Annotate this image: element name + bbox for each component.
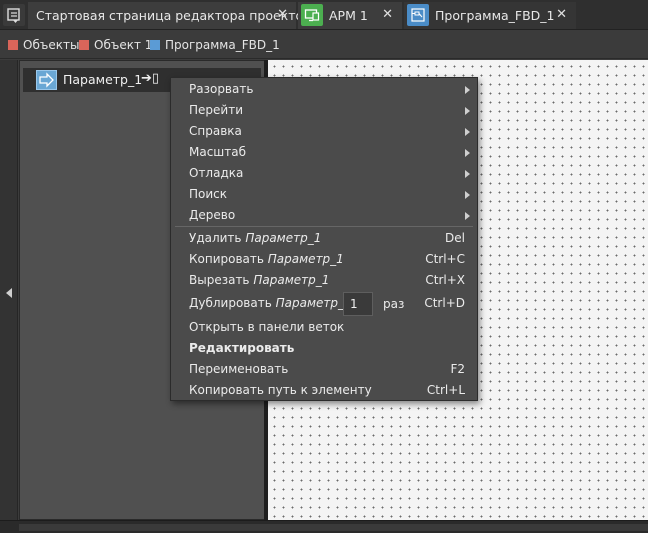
breadcrumb-object-1[interactable]: Объект 1: [79, 38, 152, 52]
scrollbar-track[interactable]: [19, 524, 648, 531]
program-marker-icon: [150, 40, 160, 50]
breadcrumb-objects-label: Объекты: [23, 38, 80, 52]
submenu-arrow-icon: [465, 212, 470, 220]
menu-item-label: Перейти: [189, 103, 243, 117]
duplicate-unit-label: раз: [383, 297, 405, 311]
input-parameter-icon: [36, 70, 57, 90]
menu-item-label: Масштаб: [189, 145, 247, 159]
menu-item-search[interactable]: Поиск: [171, 184, 477, 205]
breadcrumb-program-fbd-label: Программа_FBD_1: [165, 38, 280, 52]
menu-item-zoom[interactable]: Масштаб: [171, 142, 477, 163]
menu-item-help[interactable]: Справка: [171, 121, 477, 142]
breadcrumb: Объекты Объект 1 Программа_FBD_1: [0, 30, 648, 59]
menu-item-label: Отладка: [189, 166, 244, 180]
menu-item-label: Переименовать: [189, 362, 289, 376]
menu-item-goto[interactable]: Перейти: [171, 100, 477, 121]
menu-item-shortcut: F2: [450, 362, 465, 376]
menu-item-label: Открыть в панели веток: [189, 320, 345, 334]
menu-item-delete[interactable]: Удалить Параметр_1 Del: [171, 228, 477, 249]
breadcrumb-object-1-label: Объект 1: [94, 38, 153, 52]
menu-item-copy-path[interactable]: Копировать путь к элементу Ctrl+L: [171, 380, 477, 401]
menu-item-shortcut: Ctrl+C: [425, 252, 465, 266]
menu-item-label: Разорвать: [189, 82, 254, 96]
editor-window: Стартовая страница редактора проектов ✕ …: [0, 0, 648, 533]
menu-item-open-branches[interactable]: Открыть в панели веток: [171, 317, 477, 338]
object-marker-icon: [79, 40, 89, 50]
submenu-arrow-icon: [465, 107, 470, 115]
menu-item-copy[interactable]: Копировать Параметр_1 Ctrl+C: [171, 249, 477, 270]
menu-item-label: Дерево: [189, 208, 236, 222]
tab-bar: Стартовая страница редактора проектов ✕ …: [0, 0, 648, 30]
menu-item-label: Вырезать Параметр_1: [189, 273, 330, 287]
duplicate-count-input[interactable]: 1: [343, 292, 373, 316]
fbd-program-icon: [407, 4, 429, 26]
menu-item-label: Удалить Параметр_1: [189, 231, 322, 245]
tab-program-fbd-label: Программа_FBD_1: [435, 8, 555, 23]
menu-item-label: Дублировать Параметр_1: [189, 296, 352, 310]
collapse-arrow-icon[interactable]: [6, 288, 12, 298]
close-icon[interactable]: ✕: [382, 7, 393, 22]
tab-list-icon[interactable]: [3, 4, 25, 26]
menu-item-label: Копировать Параметр_1: [189, 252, 344, 266]
objects-marker-icon: [8, 40, 18, 50]
menu-item-edit[interactable]: Редактировать: [171, 338, 477, 359]
tab-arm[interactable]: АРМ 1 ✕: [298, 2, 402, 29]
context-menu: Разорвать Перейти Справка Масштаб Отладк…: [170, 77, 478, 401]
horizontal-scrollbar[interactable]: [0, 520, 648, 533]
menu-item-label: Справка: [189, 124, 242, 138]
close-icon[interactable]: ✕: [556, 7, 567, 22]
collapse-strip[interactable]: [0, 60, 18, 520]
menu-item-break[interactable]: Разорвать: [171, 79, 477, 100]
submenu-arrow-icon: [465, 191, 470, 199]
breadcrumb-objects[interactable]: Объекты: [8, 38, 79, 52]
menu-item-shortcut: Del: [445, 231, 465, 245]
menu-separator: [175, 226, 473, 227]
menu-item-debug[interactable]: Отладка: [171, 163, 477, 184]
tree-item-label: Параметр_1: [63, 72, 143, 87]
menu-item-label: Поиск: [189, 187, 228, 201]
submenu-arrow-icon: [465, 86, 470, 94]
menu-item-label: Редактировать: [189, 341, 295, 355]
menu-item-shortcut: Ctrl+D: [424, 296, 465, 310]
breadcrumb-program-fbd[interactable]: Программа_FBD_1: [150, 38, 280, 52]
menu-item-duplicate[interactable]: Дублировать Параметр_1 1 раз Ctrl+D: [171, 292, 477, 316]
tab-start-page-label: Стартовая страница редактора проектов: [36, 8, 311, 23]
monitor-icon: [301, 4, 323, 26]
pin-icon[interactable]: ➔▯: [141, 71, 159, 86]
close-icon[interactable]: ✕: [277, 7, 288, 22]
tab-program-fbd[interactable]: Программа_FBD_1 ✕: [404, 2, 576, 29]
submenu-arrow-icon: [465, 149, 470, 157]
menu-item-shortcut: Ctrl+L: [426, 383, 465, 397]
menu-item-shortcut: Ctrl+X: [425, 273, 465, 287]
submenu-arrow-icon: [465, 170, 470, 178]
menu-item-tree[interactable]: Дерево: [171, 205, 477, 226]
tab-start-page[interactable]: Стартовая страница редактора проектов ✕: [28, 2, 311, 29]
submenu-arrow-icon: [465, 128, 470, 136]
tab-arm-label: АРМ 1: [329, 8, 368, 23]
menu-item-label: Копировать путь к элементу: [189, 383, 372, 397]
menu-item-cut[interactable]: Вырезать Параметр_1 Ctrl+X: [171, 270, 477, 291]
menu-item-rename[interactable]: Переименовать F2: [171, 359, 477, 380]
